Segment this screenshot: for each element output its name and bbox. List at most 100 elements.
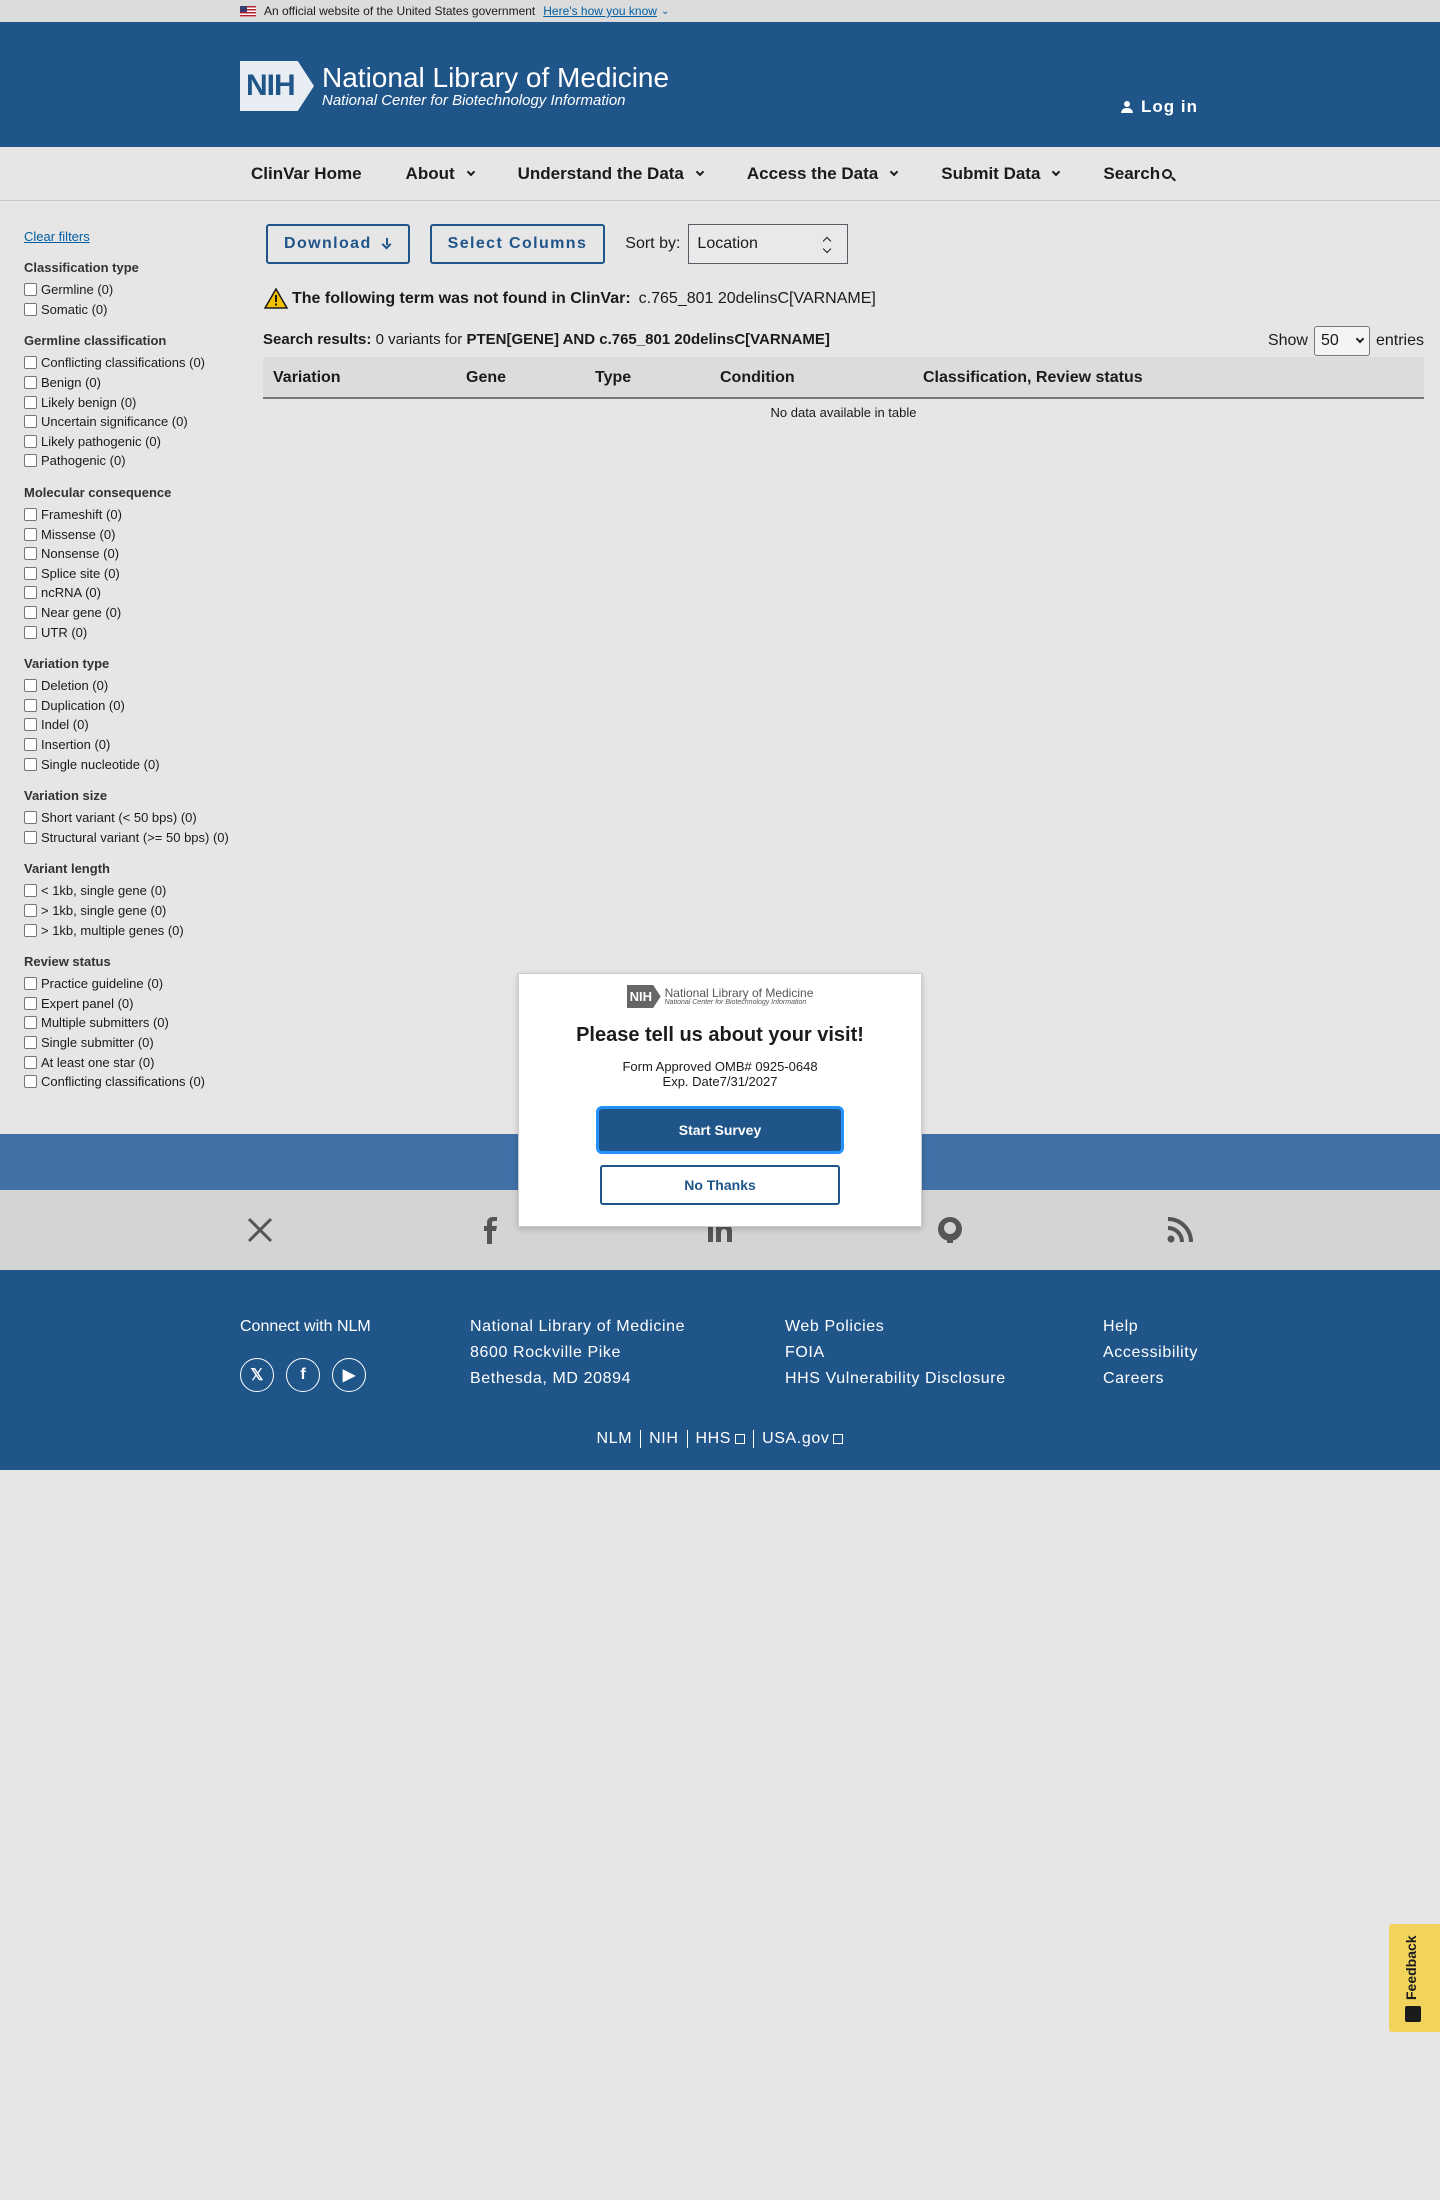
filter-option[interactable]: At least one star (0) [24,1052,244,1072]
filter-option[interactable]: Uncertain significance (0) [24,412,244,432]
nav-access-data[interactable]: Access the Data [747,164,899,184]
filter-option[interactable]: Likely pathogenic (0) [24,432,244,452]
filter-checkbox[interactable] [24,356,37,370]
filter-checkbox[interactable] [24,1055,37,1069]
heres-how-you-know-link[interactable]: Here's how you know [543,4,657,18]
filter-checkbox[interactable] [24,1035,37,1049]
filter-option[interactable]: Likely benign (0) [24,392,244,412]
filter-checkbox[interactable] [24,811,37,825]
filter-option[interactable]: Deletion (0) [24,676,244,696]
filter-checkbox[interactable] [24,830,37,844]
filter-checkbox[interactable] [24,508,37,522]
footer-link-foia[interactable]: FOIA [785,1344,1006,1370]
filter-checkbox[interactable] [24,718,37,732]
no-thanks-button[interactable]: No Thanks [600,1165,840,1205]
filter-option[interactable]: Benign (0) [24,373,244,393]
footer-link-hhs[interactable]: HHS [688,1430,755,1448]
filter-checkbox[interactable] [24,302,37,316]
filter-checkbox[interactable] [24,679,37,693]
filter-checkbox[interactable] [24,454,37,468]
footer-link-web-policies[interactable]: Web Policies [785,1318,1006,1344]
filter-option[interactable]: Insertion (0) [24,735,244,755]
column-header-type[interactable]: Type [595,369,631,387]
filter-checkbox[interactable] [24,547,37,561]
filter-option[interactable]: Splice site (0) [24,564,244,584]
filter-checkbox[interactable] [24,606,37,620]
filter-option[interactable]: Near gene (0) [24,603,244,623]
filter-checkbox[interactable] [24,566,37,580]
filter-option[interactable]: > 1kb, multiple genes (0) [24,920,244,940]
filter-checkbox[interactable] [24,625,37,639]
filter-option[interactable]: Indel (0) [24,715,244,735]
filter-option[interactable]: > 1kb, single gene (0) [24,901,244,921]
clear-filters-link[interactable]: Clear filters [24,229,244,244]
sort-by-select[interactable]: Location [688,224,849,264]
nav-clinvar-home[interactable]: ClinVar Home [251,164,362,184]
footer-youtube-icon[interactable]: ▶ [332,1358,366,1392]
filter-checkbox[interactable] [24,737,37,751]
filter-checkbox[interactable] [24,376,37,390]
filter-option[interactable]: Conflicting classifications (0) [24,1072,244,1092]
x-twitter-icon[interactable] [244,1214,276,1246]
filter-checkbox[interactable] [24,395,37,409]
feedback-tab[interactable]: Feedback [1389,1924,1440,2032]
filter-option[interactable]: Single submitter (0) [24,1033,244,1053]
filter-option[interactable]: Structural variant (>= 50 bps) (0) [24,827,244,847]
facebook-icon[interactable] [474,1214,506,1246]
filter-option[interactable]: < 1kb, single gene (0) [24,881,244,901]
filter-option[interactable]: Single nucleotide (0) [24,754,244,774]
entries-per-page-select[interactable]: 50 [1313,326,1370,356]
filter-checkbox[interactable] [24,757,37,771]
filter-option[interactable]: Pathogenic (0) [24,451,244,471]
column-header-variation[interactable]: Variation [273,369,341,387]
nav-understand-data[interactable]: Understand the Data [518,164,705,184]
select-columns-button[interactable]: Select Columns [429,224,606,264]
filter-checkbox[interactable] [24,923,37,937]
filter-option[interactable]: Duplication (0) [24,696,244,716]
column-header-classification[interactable]: Classification, Review status [923,369,1143,387]
filter-checkbox[interactable] [24,1075,37,1089]
filter-checkbox[interactable] [24,698,37,712]
filter-checkbox[interactable] [24,586,37,600]
nlm-logo[interactable]: NIH National Library of Medicine Nationa… [240,61,669,111]
filter-option[interactable]: UTR (0) [24,622,244,642]
footer-link-nlm[interactable]: NLM [589,1430,642,1448]
filter-checkbox[interactable] [24,884,37,898]
filter-option[interactable]: Somatic (0) [24,300,244,320]
filter-option[interactable]: Multiple submitters (0) [24,1013,244,1033]
github-icon[interactable] [934,1214,966,1246]
footer-link-hhs-vulnerability[interactable]: HHS Vulnerability Disclosure [785,1370,1006,1396]
nav-about[interactable]: About [406,164,475,184]
footer-link-careers[interactable]: Careers [1103,1370,1198,1396]
filter-checkbox[interactable] [24,1016,37,1030]
footer-link-accessibility[interactable]: Accessibility [1103,1344,1198,1370]
footer-link-nih[interactable]: NIH [641,1430,688,1448]
filter-option[interactable]: Expert panel (0) [24,993,244,1013]
filter-option[interactable]: Germline (0) [24,280,244,300]
filter-option[interactable]: Frameshift (0) [24,505,244,525]
nav-submit-data[interactable]: Submit Data [941,164,1061,184]
filter-checkbox[interactable] [24,527,37,541]
filter-option[interactable]: Conflicting classifications (0) [24,353,244,373]
filter-checkbox[interactable] [24,903,37,917]
footer-facebook-icon[interactable]: f [286,1358,320,1392]
column-header-condition[interactable]: Condition [720,369,795,387]
footer-x-icon[interactable]: 𝕏 [240,1358,274,1392]
filter-checkbox[interactable] [24,415,37,429]
filter-option[interactable]: Practice guideline (0) [24,974,244,994]
filter-option[interactable]: Missense (0) [24,524,244,544]
filter-option[interactable]: ncRNA (0) [24,583,244,603]
footer-link-help[interactable]: Help [1103,1318,1198,1344]
filter-checkbox[interactable] [24,434,37,448]
filter-checkbox[interactable] [24,977,37,991]
filter-checkbox[interactable] [24,283,37,297]
download-button[interactable]: Download [266,224,410,264]
rss-icon[interactable] [1164,1214,1196,1246]
filter-checkbox[interactable] [24,996,37,1010]
filter-option[interactable]: Nonsense (0) [24,544,244,564]
column-header-gene[interactable]: Gene [466,369,506,387]
filter-option[interactable]: Short variant (< 50 bps) (0) [24,808,244,828]
footer-link-usagov[interactable]: USA.gov [754,1430,851,1448]
start-survey-button[interactable]: Start Survey [599,1109,841,1151]
nav-search[interactable]: Search [1103,164,1173,184]
